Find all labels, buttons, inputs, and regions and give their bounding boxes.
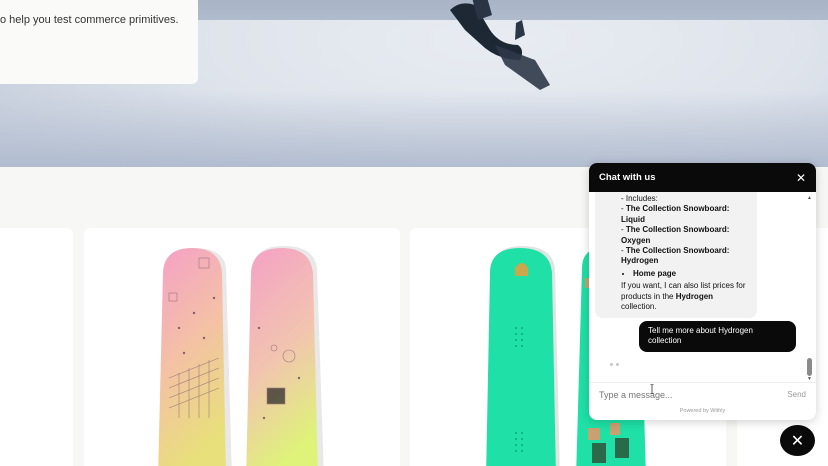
send-button[interactable]: Send bbox=[787, 390, 806, 399]
bot-message-intro: - Includes: bbox=[621, 194, 658, 203]
bot-message-bullet: Home page bbox=[633, 269, 749, 279]
snow-shade bbox=[0, 90, 828, 167]
chat-scrollbar[interactable]: ▲ ▼ bbox=[807, 195, 812, 382]
bot-message-item: - The Collection Snowboard: Oxygen bbox=[621, 225, 730, 245]
chat-messages[interactable]: - Includes: - The Collection Snowboard: … bbox=[589, 192, 816, 382]
chat-header: Chat with us ✕ bbox=[589, 163, 816, 192]
hero-subtitle: o help you test commerce primitives. bbox=[0, 14, 179, 26]
chat-input-bar: Send bbox=[589, 382, 816, 406]
powered-by: Powered by Withly bbox=[679, 408, 726, 414]
snowboarder-image bbox=[450, 0, 550, 90]
bot-message: - Includes: - The Collection Snowboard: … bbox=[595, 192, 757, 319]
typing-indicator bbox=[610, 363, 619, 366]
message-input[interactable] bbox=[599, 389, 769, 400]
text-cursor-icon bbox=[650, 384, 654, 394]
chat-toggle-button[interactable]: ✕ bbox=[780, 425, 815, 456]
chat-title: Chat with us bbox=[599, 172, 656, 183]
scrollbar-thumb[interactable] bbox=[807, 358, 812, 376]
bot-message-item: - The Collection Snowboard: Liquid bbox=[621, 204, 730, 224]
bot-message-outro: If you want, I can also list prices for … bbox=[621, 281, 746, 312]
close-icon: ✕ bbox=[790, 432, 805, 450]
snowboard-image bbox=[158, 246, 324, 466]
bot-message-item: - The Collection Snowboard: Hydrogen bbox=[621, 246, 730, 266]
hero-banner: ■■■ o help you test commerce primitives. bbox=[0, 0, 828, 167]
user-message: Tell me more about Hydrogen collection bbox=[639, 321, 796, 352]
product-card[interactable] bbox=[0, 228, 73, 466]
product-card[interactable] bbox=[84, 228, 400, 466]
chat-widget: Chat with us ✕ - Includes: - The Collect… bbox=[589, 163, 816, 420]
bot-message-list: Home page bbox=[633, 269, 749, 279]
close-icon[interactable]: ✕ bbox=[796, 172, 806, 184]
scroll-up-icon[interactable]: ▲ bbox=[807, 195, 812, 201]
hero-text-card: ■■■ o help you test commerce primitives. bbox=[0, 0, 198, 84]
